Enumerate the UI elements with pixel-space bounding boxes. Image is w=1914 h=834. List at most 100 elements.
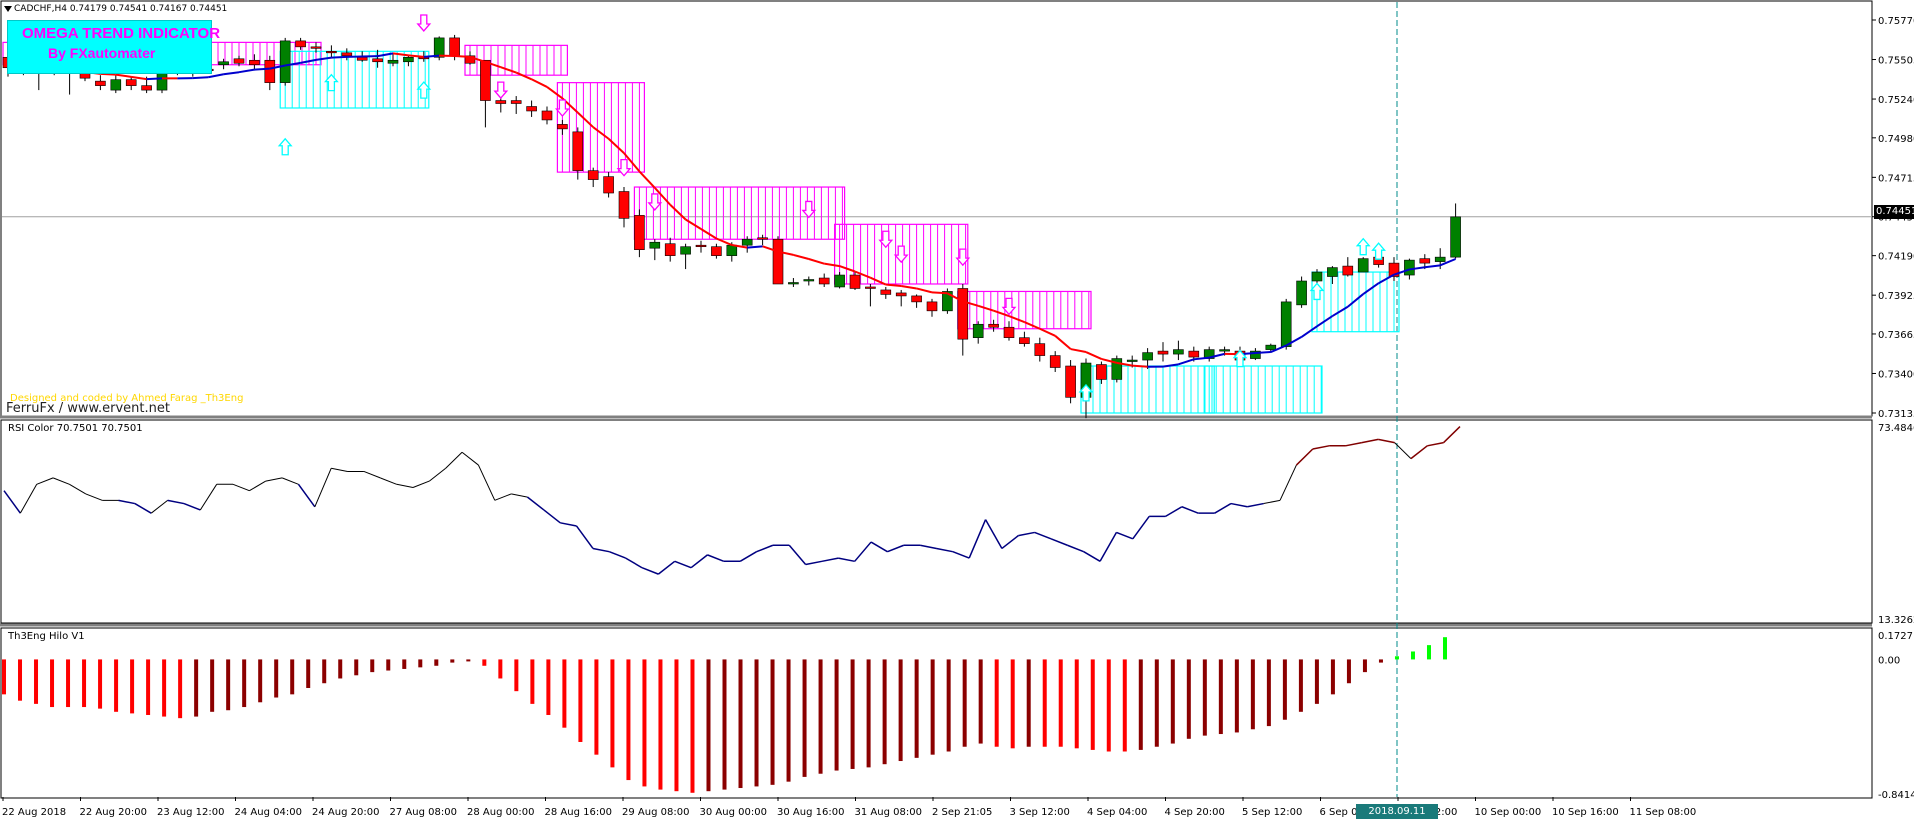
candle-body xyxy=(434,38,444,57)
candle-body xyxy=(742,239,752,245)
rsi-segment xyxy=(675,561,691,567)
hilo-bar xyxy=(1235,659,1239,732)
rsi-segment xyxy=(1280,465,1296,500)
hilo-bar xyxy=(610,659,614,767)
rsi-segment xyxy=(528,497,544,510)
rsi-segment xyxy=(478,465,494,500)
rsi-segment xyxy=(1247,504,1263,507)
hilo-bar xyxy=(674,659,678,791)
price-tick-label: 0.75240 xyxy=(1878,95,1914,106)
rsi-segment xyxy=(1411,446,1427,459)
hilo-bar xyxy=(562,659,566,727)
hilo-bar xyxy=(386,659,390,670)
chart-canvas[interactable]: 0.757700.755050.752400.749800.747150.744… xyxy=(0,0,1914,824)
rsi-segment xyxy=(969,520,985,558)
hilo-bar xyxy=(162,659,166,716)
hilo-bar xyxy=(963,659,967,746)
ma-segment xyxy=(1194,358,1209,360)
rsi-segment xyxy=(887,545,903,551)
ma-segment xyxy=(424,56,439,57)
ma-segment xyxy=(1071,349,1086,352)
hilo-bar xyxy=(34,659,38,703)
candle-body xyxy=(1173,350,1183,354)
candle-body xyxy=(357,57,367,60)
hilo-bar xyxy=(82,659,86,707)
hilo-bar xyxy=(883,659,887,764)
rsi-segment xyxy=(986,520,1002,549)
time-tick-label: 22 Aug 20:00 xyxy=(80,807,147,818)
candle-body xyxy=(142,86,152,90)
arrow-down-icon xyxy=(803,201,815,217)
candle-body xyxy=(1266,345,1276,349)
ma-segment xyxy=(701,229,716,239)
rsi-segment xyxy=(642,568,658,574)
hilo-bar xyxy=(1155,659,1159,746)
hilo-bar xyxy=(1187,659,1191,738)
ma-segment xyxy=(670,205,685,220)
ma-segment xyxy=(547,87,562,98)
symbol-info: CADCHF,H4 0.74179 0.74541 0.74167 0.7445… xyxy=(14,4,227,14)
hilo-bar xyxy=(803,659,807,776)
time-tick-label: 29 Aug 08:00 xyxy=(622,807,689,818)
hilo-bar xyxy=(418,659,422,667)
rsi-segment xyxy=(135,504,151,514)
time-tick-label: 10 Sep 00:00 xyxy=(1475,807,1542,818)
time-tick-label: 2 Sep 21:05 xyxy=(932,807,992,818)
hilo-bar xyxy=(98,659,102,708)
rsi-segment xyxy=(871,542,887,552)
arrow-up-icon xyxy=(279,139,291,155)
cloud-band xyxy=(1312,272,1399,332)
arrow-up-icon xyxy=(1357,239,1369,255)
price-tick-label: 0.73400 xyxy=(1878,369,1914,380)
ma-segment xyxy=(593,127,608,139)
rsi-segment xyxy=(1166,507,1182,517)
rsi-segment xyxy=(364,471,380,477)
candle-body xyxy=(835,275,845,287)
chart-menu-triangle-icon[interactable] xyxy=(4,6,12,12)
time-tick-label: 24 Aug 20:00 xyxy=(312,807,379,818)
rsi-segment xyxy=(1051,539,1067,545)
hilo-bar xyxy=(66,659,70,707)
time-tick-label: 3 Sep 12:00 xyxy=(1010,807,1070,818)
hilo-bar xyxy=(1315,659,1319,703)
rsi-segment xyxy=(707,555,723,561)
price-tick-label: 0.74190 xyxy=(1878,252,1914,263)
ma-segment xyxy=(1317,316,1332,326)
rsi-segment xyxy=(609,552,625,558)
ma-segment xyxy=(100,74,115,75)
rsi-segment xyxy=(1296,449,1312,465)
candle-body xyxy=(1451,217,1461,257)
rsi-segment xyxy=(953,552,969,558)
hilo-bar xyxy=(1171,659,1175,743)
price-axis: 0.757700.755050.752400.749800.747150.744… xyxy=(1872,16,1914,801)
hilo-axis-label: 0.00 xyxy=(1878,655,1900,666)
rsi-segment xyxy=(413,481,429,487)
hilo-bar xyxy=(370,659,374,672)
candle-body xyxy=(773,239,783,284)
rsi-segment xyxy=(266,478,282,481)
hilo-bar xyxy=(530,659,534,703)
candle-body xyxy=(111,80,121,90)
hilo-bar xyxy=(498,659,502,678)
ma-segment xyxy=(116,75,131,77)
hilo-bar xyxy=(658,659,662,789)
rsi-segment xyxy=(1018,532,1034,535)
hilo-bar xyxy=(1379,659,1383,662)
ma-segment xyxy=(532,79,547,87)
ma-segment xyxy=(747,246,762,247)
hilo-bar xyxy=(130,659,134,713)
time-axis: 22 Aug 201822 Aug 20:0023 Aug 12:0024 Au… xyxy=(2,797,1696,818)
ma-segment xyxy=(455,56,470,57)
hilo-bar xyxy=(1443,637,1447,659)
time-tick-label: 23 Aug 12:00 xyxy=(157,807,224,818)
hilo-bar xyxy=(354,659,358,675)
candle-body xyxy=(249,60,259,64)
candle-body xyxy=(588,171,598,180)
candle-body xyxy=(758,238,768,240)
candle-body xyxy=(927,302,937,311)
hilo-bar xyxy=(514,659,518,691)
candle-body xyxy=(865,287,875,289)
ma-segment xyxy=(1086,352,1101,359)
hilo-bar xyxy=(1267,659,1271,726)
rsi-segment xyxy=(544,510,560,523)
